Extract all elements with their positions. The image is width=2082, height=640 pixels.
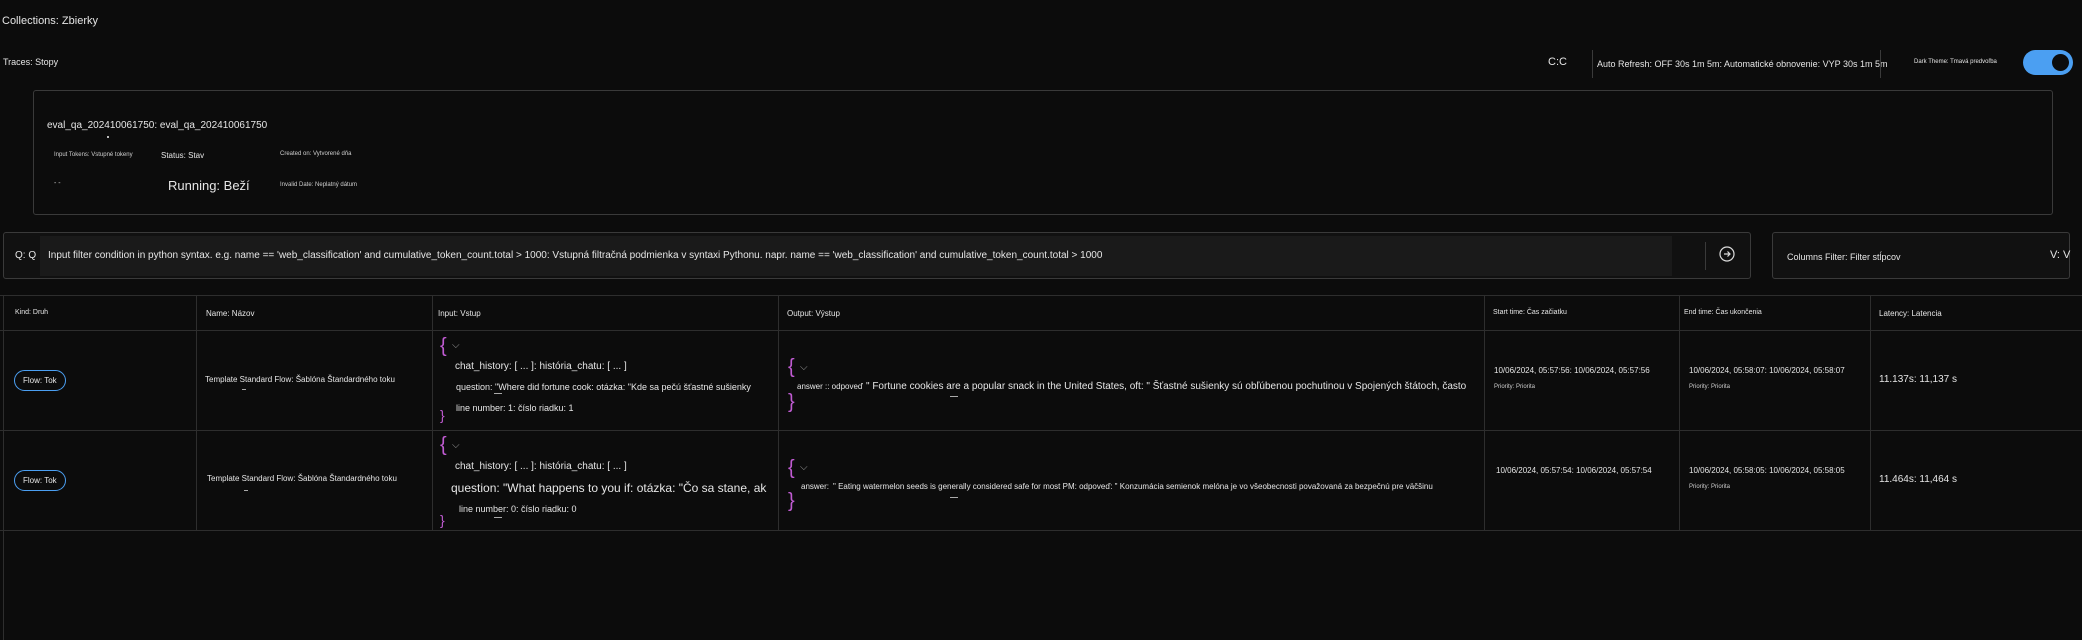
input-chat-history: chat_history: [ ... ]: história_chatu: [… — [455, 461, 627, 472]
column-header-input[interactable]: Input: Vstup — [438, 309, 481, 318]
input-tokens-value: - - — [54, 180, 61, 187]
refresh-icon[interactable]: C:C — [1548, 56, 1567, 68]
created-on-label: Created on: Vytvorené dňa — [280, 151, 352, 157]
dark-theme-label: Dark Theme: Tmavá predvoľba — [1914, 59, 1997, 65]
table-empty-area — [3, 530, 2082, 640]
row-divider — [0, 430, 2082, 431]
column-header-latency[interactable]: Latency: Latencia — [1879, 309, 1942, 318]
end-time: 10/06/2024, 05:58:05: 10/06/2024, 05:58:… — [1689, 466, 1845, 475]
input-question: question: "What happens to you if: otázk… — [451, 481, 767, 495]
column-divider — [1484, 295, 1485, 530]
page-title: Collections: Zbierky — [2, 15, 98, 27]
chevron-down-icon[interactable]: V: V — [2050, 249, 2070, 261]
close-brace: } — [788, 391, 795, 413]
column-divider — [1679, 295, 1680, 530]
chevron-down-icon[interactable]: ⌵ — [800, 362, 808, 373]
status-value: Running: Beží — [168, 178, 250, 193]
input-marker — [494, 517, 502, 518]
toolbar-divider — [1880, 50, 1881, 78]
name-marker — [244, 490, 248, 491]
input-line-number: line number: 1: číslo riadku: 1 — [456, 403, 574, 413]
column-divider — [1870, 295, 1871, 530]
toolbar-divider — [1592, 50, 1593, 78]
latency: 11.137s: 11,137 s — [1879, 374, 1958, 385]
column-header-output[interactable]: Output: Výstup — [787, 309, 840, 318]
input-line-number: line number: 0: číslo riadku: 0 — [459, 504, 577, 514]
input-tokens-label: Input Tokens: Vstupné tokeny — [54, 152, 133, 158]
end-time-sub: Priority: Priorita — [1689, 484, 1731, 490]
close-brace: } — [440, 407, 445, 423]
output-marker — [950, 497, 958, 498]
start-time: 10/06/2024, 05:57:54: 10/06/2024, 05:57:… — [1496, 466, 1652, 475]
column-divider — [778, 295, 779, 530]
column-header-name[interactable]: Name: Názov — [206, 309, 254, 318]
close-brace: } — [440, 512, 445, 528]
start-time-sub: Priority: Priorita — [1494, 384, 1536, 390]
traces-label: Traces: Stopy — [3, 57, 59, 67]
row-name: Template Standard Flow: Šablóna Štandard… — [205, 375, 395, 384]
run-name-marker — [107, 136, 109, 138]
kind-badge[interactable]: Flow: Tok — [14, 370, 66, 391]
latency: 11.464s: 11,464 s — [1879, 474, 1958, 485]
chevron-down-icon[interactable]: ⌵ — [452, 440, 460, 451]
created-on-value: Invalid Date: Neplatný dátum — [280, 182, 358, 188]
auto-refresh-control[interactable]: Auto Refresh: OFF 30s 1m 5m: Automatické… — [1597, 59, 1887, 69]
column-divider — [196, 295, 197, 530]
open-brace: { — [788, 356, 795, 378]
open-brace: { — [440, 335, 447, 357]
output-answer: " Eating watermelon seeds is generally c… — [833, 482, 1433, 491]
input-question: question: "Where did fortune cook: otázk… — [456, 382, 751, 392]
chevron-down-icon[interactable]: ⌵ — [800, 462, 808, 473]
column-divider — [3, 295, 4, 530]
filter-q-label: Q: Q — [15, 250, 37, 261]
output-answer: " Fortune cookies are a popular snack in… — [866, 381, 1467, 392]
output-marker — [950, 396, 958, 397]
end-time: 10/06/2024, 05:58:07: 10/06/2024, 05:58:… — [1689, 366, 1845, 375]
name-marker — [242, 389, 246, 390]
close-brace: } — [788, 490, 795, 512]
filter-divider — [1705, 242, 1706, 270]
status-label: Status: Stav — [161, 151, 205, 160]
columns-filter-label: Columns Filter: Filter stĺpcov — [1787, 252, 1901, 262]
run-filter-icon[interactable] — [1718, 245, 1736, 263]
table-header-border — [0, 330, 2082, 331]
dark-theme-toggle[interactable] — [2023, 50, 2073, 75]
column-header-kind[interactable]: Kind: Druh — [15, 309, 48, 316]
row-name: Template Standard Flow: Šablóna Štandard… — [207, 474, 397, 483]
kind-badge[interactable]: Flow: Tok — [14, 470, 66, 491]
table-border — [0, 295, 2082, 296]
column-divider — [432, 295, 433, 530]
output-answer-key: answer: — [801, 482, 830, 491]
output-answer-key: answer :: odpoveď — [797, 382, 863, 391]
end-time-sub: Priority: Priorita — [1689, 384, 1731, 390]
input-marker — [494, 393, 502, 394]
column-header-end[interactable]: End time: Čas ukončenia — [1684, 309, 1762, 316]
open-brace: { — [440, 434, 447, 456]
run-name: eval_qa_202410061750: eval_qa_2024100617… — [47, 120, 268, 131]
start-time: 10/06/2024, 05:57:56: 10/06/2024, 05:57:… — [1494, 366, 1650, 375]
open-brace: { — [788, 457, 795, 479]
column-header-start[interactable]: Start time: Čas začiatku — [1493, 309, 1567, 316]
input-chat-history: chat_history: [ ... ]: história_chatu: [… — [455, 361, 627, 372]
toggle-knob — [2052, 54, 2069, 71]
filter-placeholder[interactable]: Input filter condition in python syntax.… — [48, 250, 1102, 261]
chevron-down-icon[interactable]: ⌵ — [452, 340, 460, 351]
